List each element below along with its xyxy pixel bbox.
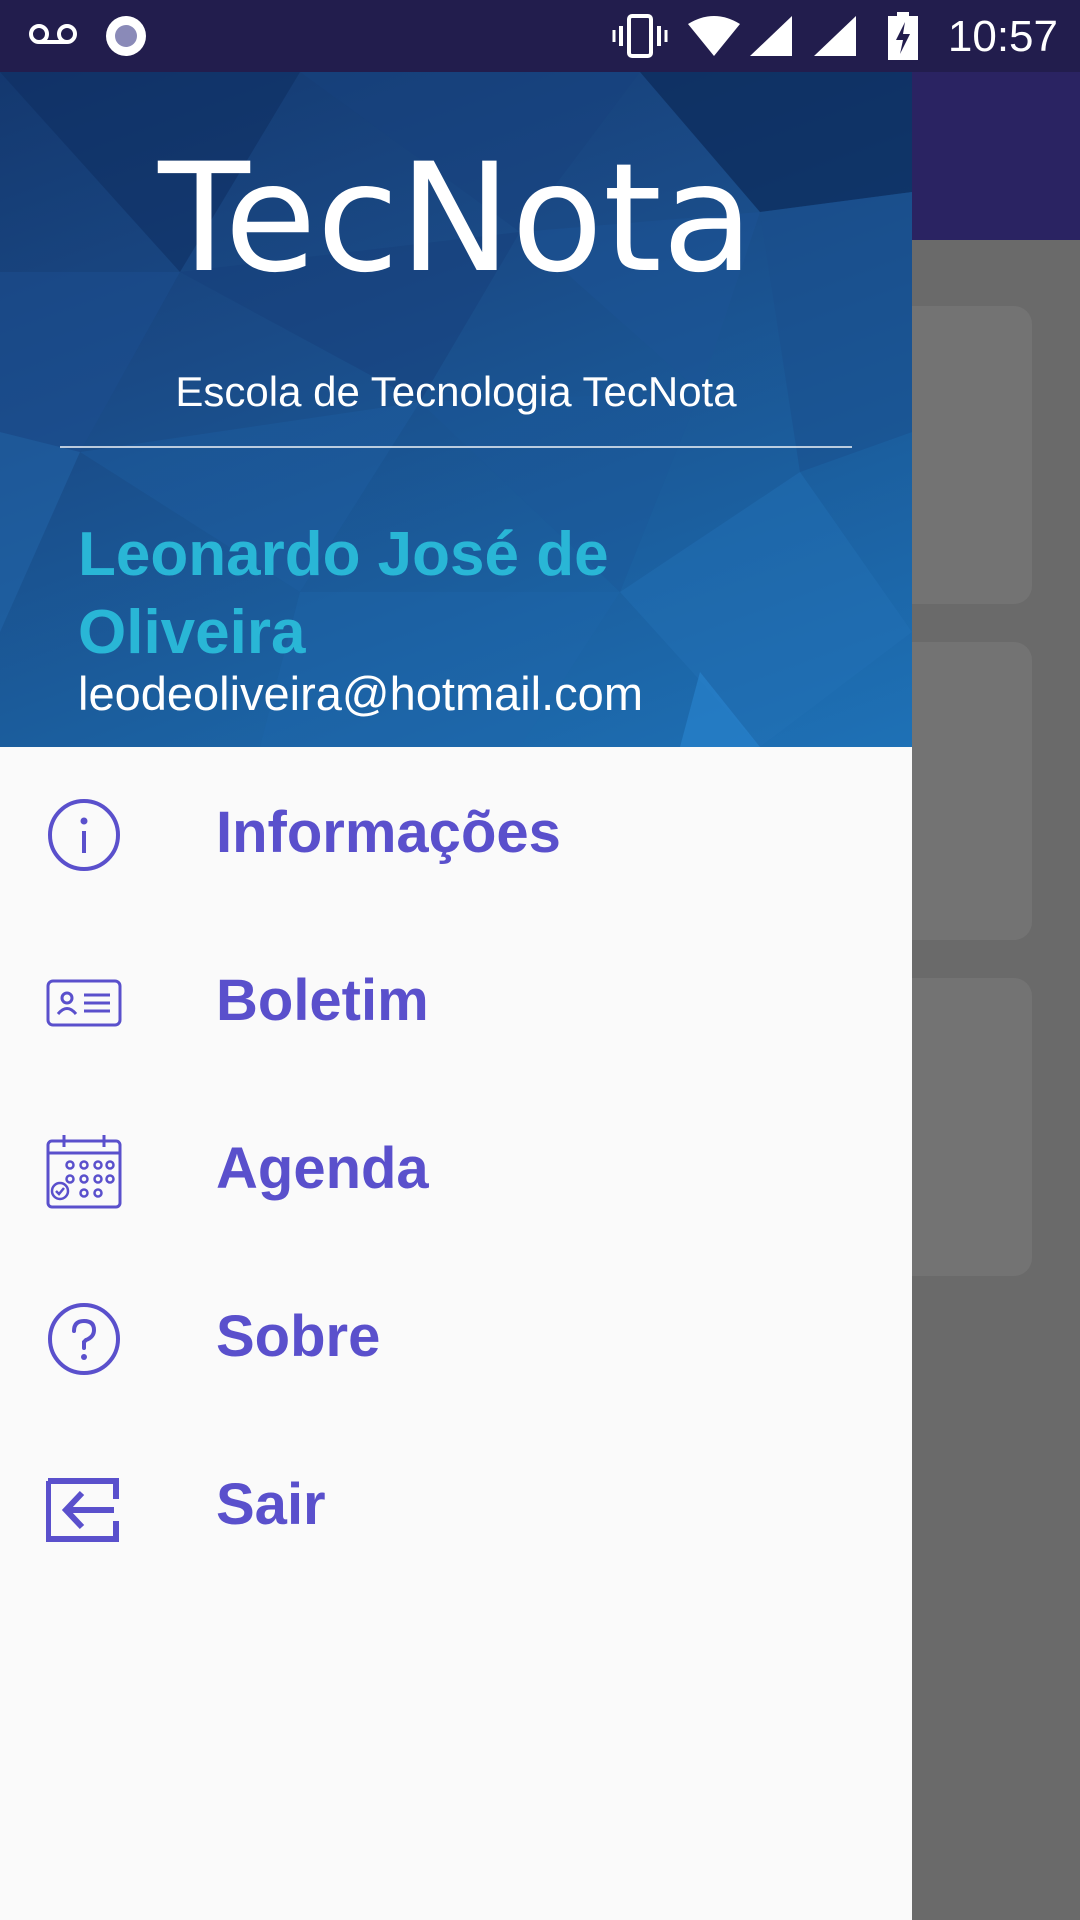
menu-item-informacoes[interactable]: Informações: [0, 747, 912, 915]
menu-item-label: Sair: [216, 1472, 326, 1537]
menu-item-label: Informações: [216, 800, 561, 865]
circle-notification-icon: [106, 16, 146, 56]
menu-item-label: Boletim: [216, 968, 429, 1033]
app-title: TecNota: [158, 132, 754, 306]
user-email: leodeoliveira@hotmail.com: [78, 667, 643, 720]
info-icon: [48, 799, 120, 871]
battery-charging-icon: [888, 12, 918, 60]
status-bar: 10:57: [0, 0, 1080, 72]
menu-item-label: Sobre: [216, 1304, 381, 1369]
drawer-header: TecNota Escola de Tecnologia TecNota Leo…: [0, 72, 912, 747]
user-name: Leonardo José de Oliveira: [78, 520, 609, 667]
status-time: 10:57: [947, 12, 1058, 61]
signal-icon: [814, 16, 856, 56]
menu-item-agenda[interactable]: Agenda: [0, 1083, 912, 1251]
drawer-menu: Informações Boletim Agenda Sobre Sair: [0, 747, 912, 1587]
voicemail-icon: [29, 24, 77, 44]
menu-item-boletim[interactable]: Boletim: [0, 915, 912, 1083]
navigation-drawer: TecNota Escola de Tecnologia TecNota Leo…: [0, 72, 912, 1920]
id-card-icon: [46, 979, 122, 1027]
school-name: Escola de Tecnologia TecNota: [175, 368, 737, 415]
calendar-icon: [46, 1135, 122, 1209]
wifi-icon: [688, 16, 740, 56]
menu-item-sair[interactable]: Sair: [0, 1419, 912, 1587]
menu-item-sobre[interactable]: Sobre: [0, 1251, 912, 1419]
logout-icon: [46, 1478, 119, 1542]
help-icon: [48, 1303, 120, 1375]
vibrate-icon: [612, 14, 668, 58]
header-divider: [60, 446, 852, 448]
menu-item-label: Agenda: [216, 1136, 429, 1201]
signal-icon: [750, 16, 792, 56]
